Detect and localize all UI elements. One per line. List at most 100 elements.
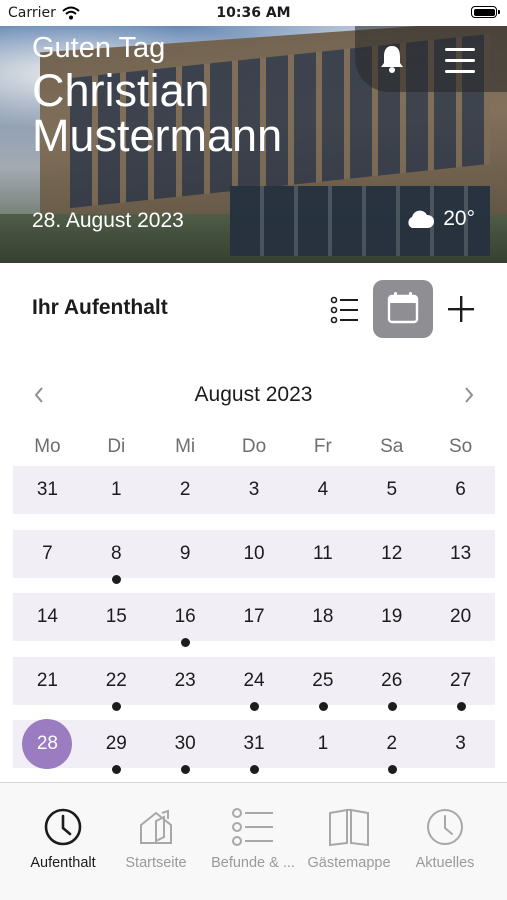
calendar-day-number: 11	[313, 543, 333, 564]
calendar-day[interactable]: 15	[82, 593, 151, 641]
calendar-day[interactable]: 2	[357, 720, 426, 774]
calendar-day[interactable]: 10	[220, 530, 289, 578]
calendar-day[interactable]: 31	[220, 720, 289, 774]
calendar-icon	[387, 292, 419, 324]
add-button[interactable]	[446, 294, 476, 324]
user-name: Christian Mustermann	[32, 65, 283, 161]
calendar-day-number: 7	[42, 543, 53, 564]
calendar-day-number: 26	[381, 670, 403, 691]
tab-aktuelles[interactable]: Aktuelles	[395, 807, 495, 871]
event-indicator-dot	[112, 765, 122, 774]
tab-label: Aktuelles	[415, 855, 475, 871]
calendar-day[interactable]: 7	[13, 530, 82, 578]
calendar-day[interactable]: 27	[426, 657, 495, 711]
calendar-day-number: 31	[36, 479, 58, 500]
tab-gaestemappe[interactable]: Gästemappe	[299, 807, 399, 871]
calendar-day[interactable]: 21	[13, 657, 82, 705]
calendar-day[interactable]: 2	[151, 466, 220, 514]
calendar-day-number: 19	[381, 606, 403, 627]
tab-bar: Aufenthalt Startseite Befunde & ... Gäst…	[0, 782, 507, 900]
calendar-day[interactable]: 6	[426, 466, 495, 514]
list-view-button[interactable]	[330, 296, 360, 324]
clock-icon	[44, 808, 82, 846]
calendar-day[interactable]: 16	[151, 593, 220, 647]
calendar-day-number: 22	[105, 670, 127, 691]
calendar-day[interactable]: 29	[82, 720, 151, 774]
plus-icon	[448, 296, 474, 322]
event-indicator-dot	[318, 702, 328, 711]
notifications-button[interactable]	[377, 43, 407, 75]
calendar-day[interactable]: 12	[357, 530, 426, 578]
tab-startseite[interactable]: Startseite	[106, 807, 206, 871]
event-indicator-dot	[250, 702, 259, 711]
calendar-day-number: 1	[317, 733, 329, 754]
calendar-day[interactable]: 26	[357, 657, 426, 711]
calendar-day-number: 5	[386, 479, 398, 500]
calendar-day[interactable]: 11	[288, 530, 357, 578]
temperature: 20°	[443, 207, 475, 230]
calendar-day[interactable]: 1	[288, 720, 357, 768]
calendar-day[interactable]: 9	[151, 530, 220, 578]
calendar-day[interactable]: 13	[426, 530, 495, 578]
weekday-label: Di	[107, 436, 126, 457]
book-icon	[329, 808, 369, 847]
event-indicator-dot	[181, 638, 191, 647]
status-time: 10:36 AM	[216, 5, 291, 21]
calendar-day-number: 25	[312, 670, 334, 691]
calendar-day[interactable]: 18	[288, 593, 357, 641]
tab-befunde[interactable]: Befunde & ...	[203, 807, 303, 871]
calendar-day-number: 2	[179, 479, 191, 500]
calendar-week-row: 7 8 9 10 11 12 13	[13, 530, 495, 584]
calendar-day-number: 2	[386, 733, 398, 754]
clock-icon	[427, 809, 463, 845]
hamburger-menu-icon	[445, 48, 475, 73]
list-icon	[330, 296, 358, 324]
calendar-day[interactable]: 25	[288, 657, 357, 711]
weekday-label: Mo	[34, 436, 61, 457]
weekday-label: So	[448, 436, 473, 457]
calendar-day[interactable]: 24	[220, 657, 289, 711]
menu-button[interactable]	[443, 43, 477, 77]
calendar-day-number: 1	[111, 479, 122, 500]
calendar-day[interactable]: 3	[426, 720, 495, 768]
calendar-day[interactable]: 3	[220, 466, 289, 514]
tab-label: Startseite	[125, 855, 187, 871]
calendar-month-label: August 2023	[194, 383, 313, 406]
tab-label: Gästemappe	[307, 855, 391, 871]
calendar-day-number: 12	[381, 543, 403, 564]
event-indicator-dot	[250, 765, 259, 774]
calendar-day[interactable]: 22	[82, 657, 151, 711]
calendar-day-number: 17	[243, 606, 265, 627]
tab-label: Aufenthalt	[30, 855, 96, 871]
calendar-day-number: 3	[455, 733, 466, 754]
calendar-day[interactable]: 19	[357, 593, 426, 641]
section-title: Ihr Aufenthalt	[32, 296, 168, 319]
chevron-right-icon	[465, 387, 474, 403]
calendar-day[interactable]: 17	[220, 593, 289, 641]
calendar-day[interactable]: 20	[426, 593, 495, 641]
battery-icon	[471, 6, 500, 18]
weather-widget: 20°	[405, 207, 475, 231]
list-icon	[232, 808, 273, 846]
tab-aufenthalt[interactable]: Aufenthalt	[13, 807, 113, 871]
calendar-day[interactable]: 30	[151, 720, 220, 774]
calendar-day[interactable]: 31	[13, 466, 82, 514]
next-month-button[interactable]	[460, 384, 478, 406]
calendar-view-button[interactable]	[373, 280, 433, 338]
calendar-day[interactable]: 4	[288, 466, 357, 514]
event-indicator-dot	[181, 765, 191, 774]
calendar-day[interactable]: 14	[13, 593, 82, 641]
hero-banner: Guten Tag Christian Mustermann 28. Augus…	[0, 26, 507, 263]
calendar-day-number: 24	[243, 670, 265, 691]
weekday-header: Mo Di Mi Do Fr Sa So	[13, 436, 495, 458]
bell-icon	[381, 46, 403, 73]
calendar-day[interactable]: 5	[357, 466, 426, 514]
calendar-day[interactable]: 23	[151, 657, 220, 705]
calendar-day[interactable]: 1	[82, 466, 151, 514]
calendar-day-number: 16	[174, 606, 196, 627]
event-indicator-dot	[112, 575, 122, 584]
calendar-day-number: 30	[174, 733, 196, 754]
calendar-day[interactable]: 8	[82, 530, 151, 584]
calendar-day-today[interactable]: 28	[13, 719, 82, 769]
calendar-day-number: 18	[312, 606, 334, 627]
